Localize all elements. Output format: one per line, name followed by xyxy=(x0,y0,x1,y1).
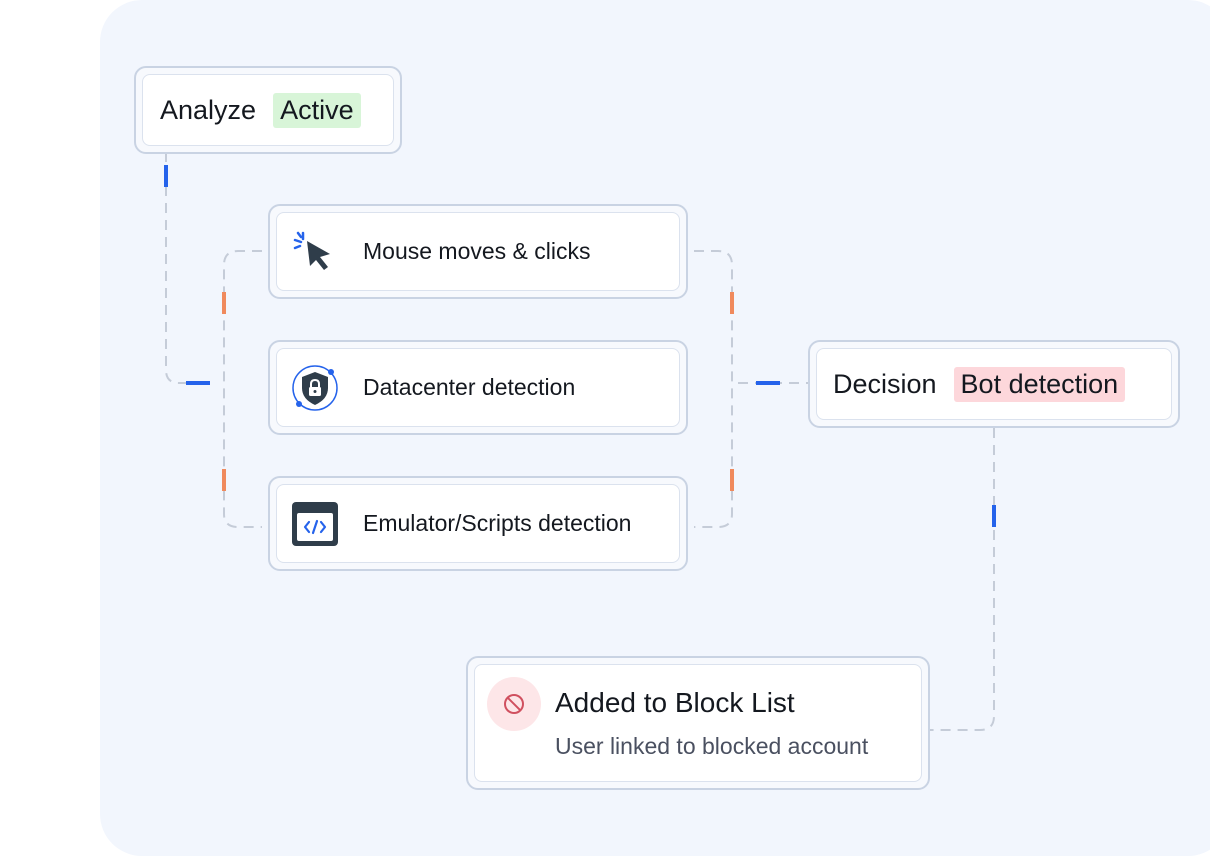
block-list-title: Added to Block List xyxy=(555,687,795,718)
decision-node: Decision Bot detection xyxy=(808,340,1180,428)
analyze-node-body: Analyze Active xyxy=(142,74,394,146)
signal-node-body: Mouse moves & clicks xyxy=(276,212,680,291)
shield-lock-icon xyxy=(289,362,341,414)
signal-node-datacenter: Datacenter detection xyxy=(268,340,688,435)
connector-result xyxy=(930,428,995,731)
signal-node-body: Emulator/Scripts detection xyxy=(276,484,680,563)
signal-node-emulator: Emulator/Scripts detection xyxy=(268,476,688,571)
connector-right-bracket xyxy=(694,250,733,528)
decision-node-body: Decision Bot detection xyxy=(816,348,1172,420)
analyze-node: Analyze Active xyxy=(134,66,402,154)
status-badge-active: Active xyxy=(273,92,361,128)
connector-analyze xyxy=(165,152,212,384)
block-list-subtitle: User linked to blocked account xyxy=(555,733,869,759)
connector-left-bracket xyxy=(223,250,262,528)
block-icon xyxy=(487,677,541,731)
analyze-title: Analyze xyxy=(160,94,257,125)
block-list-node: Added to Block List User linked to block… xyxy=(466,656,930,790)
signal-label: Datacenter detection xyxy=(363,374,576,400)
signal-node-mouse: Mouse moves & clicks xyxy=(268,204,688,299)
cursor-click-icon xyxy=(289,226,341,278)
code-window-icon xyxy=(289,498,341,550)
block-list-node-body: Added to Block List User linked to block… xyxy=(474,664,922,782)
signal-node-body: Datacenter detection xyxy=(276,348,680,427)
block-list-text: Added to Block List User linked to block… xyxy=(555,687,868,760)
signal-label: Mouse moves & clicks xyxy=(363,238,591,264)
status-badge-bot: Bot detection xyxy=(953,366,1126,402)
signal-label: Emulator/Scripts detection xyxy=(363,510,632,536)
decision-title: Decision xyxy=(833,368,937,399)
